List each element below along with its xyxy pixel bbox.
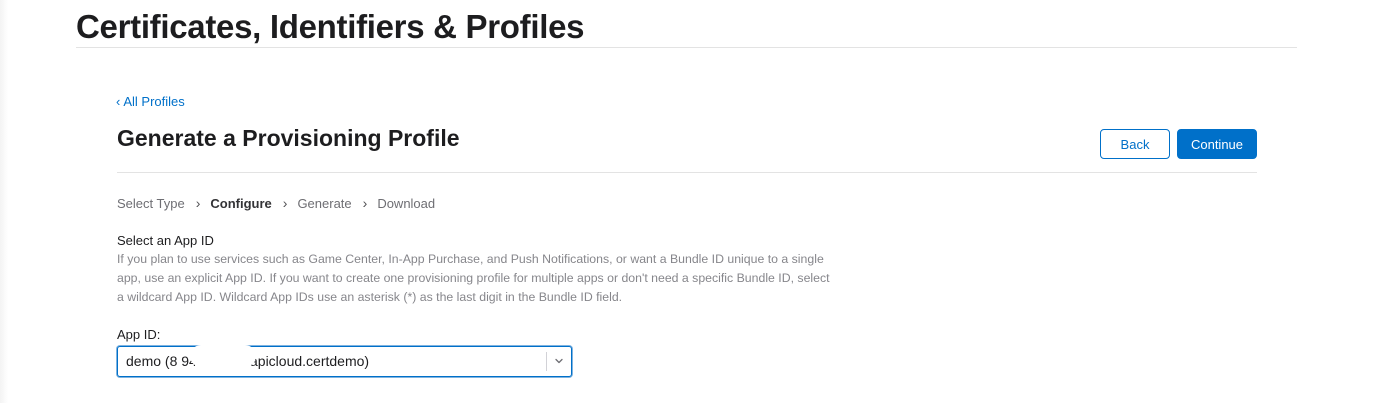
step-select-type: Select Type <box>117 195 185 211</box>
redaction-mask <box>190 345 256 367</box>
continue-button[interactable]: Continue <box>1177 129 1257 159</box>
back-button[interactable]: Back <box>1100 129 1170 159</box>
section-divider <box>117 172 1257 173</box>
all-profiles-link[interactable]: ‹ All Profiles <box>116 94 185 109</box>
app-id-help-text: If you plan to use services such as Game… <box>117 252 830 304</box>
chevron-left-icon: ‹ <box>116 94 121 109</box>
page-title: Certificates, Identifiers & Profiles <box>76 8 585 45</box>
step-indicator: Select Type › Configure › Generate › Dow… <box>117 195 435 211</box>
chevron-right-icon: › <box>362 195 368 211</box>
page-left-edge <box>0 0 8 403</box>
step-generate: Generate <box>297 195 352 211</box>
step-configure: Configure <box>210 195 272 211</box>
section-heading: Generate a Provisioning Profile <box>117 125 460 151</box>
select-divider <box>546 352 547 371</box>
select-app-id-label: Select an App ID <box>117 233 214 248</box>
chevron-right-icon: › <box>282 195 288 211</box>
all-profiles-link-label: All Profiles <box>123 94 185 109</box>
title-divider <box>76 47 1297 48</box>
step-download: Download <box>377 195 436 211</box>
chevron-right-icon: › <box>195 195 201 211</box>
app-id-label: App ID: <box>117 327 161 342</box>
app-id-select[interactable]: demo (8 94c V.com.apicloud.certdemo) <box>117 346 572 377</box>
chevron-down-icon <box>555 358 563 364</box>
